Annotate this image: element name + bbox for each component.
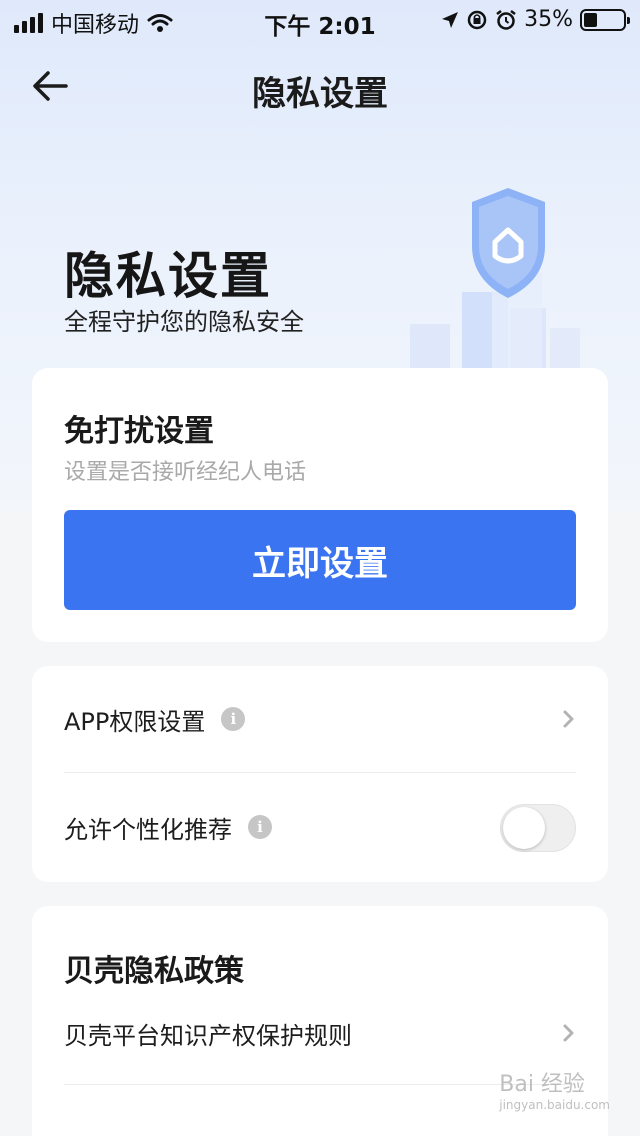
watermark-sub: jingyan.baidu.com — [499, 1098, 610, 1112]
personalized-label: 允许个性化推荐 — [64, 815, 232, 844]
battery-percent: 35% — [524, 7, 573, 32]
shield-illustration — [410, 188, 580, 376]
hero-title: 隐私设置 — [64, 247, 272, 305]
status-bar: 中国移动 下午 2:01 35% — [0, 0, 640, 40]
battery-icon — [580, 8, 630, 31]
app-permissions-label: APP权限设置 — [64, 707, 206, 736]
location-icon — [442, 11, 459, 28]
toggle-knob — [503, 807, 545, 849]
watermark: Bai 经验 jingyan.baidu.com — [499, 1066, 610, 1112]
chevron-right-icon — [563, 1024, 574, 1042]
set-now-button[interactable]: 立即设置 — [64, 510, 576, 610]
dnd-description: 设置是否接听经纪人电话 — [64, 460, 307, 485]
page-title: 隐私设置 — [252, 74, 388, 114]
ip-rules-label: 贝壳平台知识产权保护规则 — [64, 1021, 352, 1050]
alarm-icon — [496, 9, 516, 30]
dnd-title: 免打扰设置 — [64, 414, 214, 449]
dnd-card: 免打扰设置 设置是否接听经纪人电话 立即设置 — [32, 368, 608, 642]
info-icon[interactable]: i — [221, 707, 246, 731]
chevron-right-icon — [563, 710, 574, 728]
settings-card: APP权限设置 i 允许个性化推荐 i — [32, 666, 608, 882]
divider — [64, 772, 576, 773]
orientation-lock-icon — [467, 10, 487, 29]
info-icon[interactable]: i — [248, 815, 272, 839]
status-right: 35% — [441, 7, 630, 32]
nav-bar: 隐私设置 — [0, 56, 640, 116]
hero-subtitle: 全程守护您的隐私安全 — [64, 308, 304, 336]
watermark-text: Bai 经验 — [499, 1072, 585, 1097]
app-permissions-row[interactable]: APP权限设置 i — [64, 666, 576, 772]
personalized-row: 允许个性化推荐 i — [64, 774, 576, 880]
personalized-toggle[interactable] — [500, 804, 576, 852]
